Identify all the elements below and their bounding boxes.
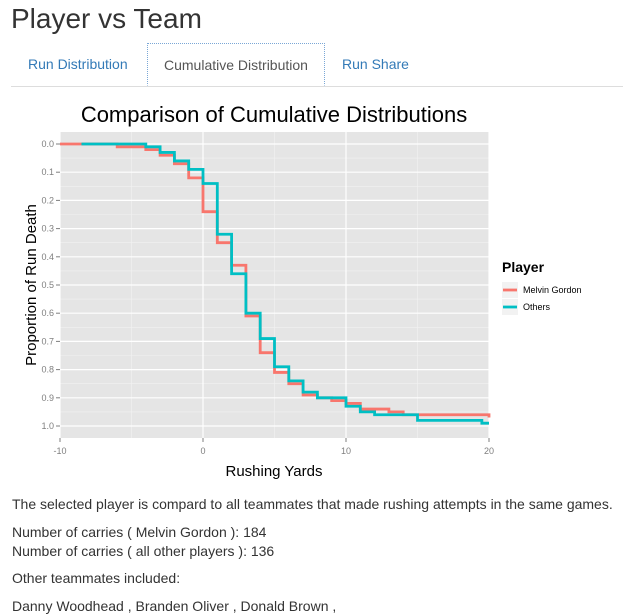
y-tick-label: 1.0	[41, 421, 54, 431]
x-tick-label: -10	[53, 446, 66, 456]
x-tick-label: 0	[200, 446, 205, 456]
tab-cumulative-distribution[interactable]: Cumulative Distribution	[147, 43, 325, 86]
y-axis-ticks: 0.0 0.1 0.2 0.3 0.4 0.5 0.6 0.7 0.8 0.9 1.0	[41, 139, 60, 431]
carries-others-text: Number of carries ( all other players ):…	[12, 543, 275, 559]
x-tick-label: 10	[341, 446, 351, 456]
legend-label: Others	[523, 302, 551, 312]
y-tick-label: 0.5	[41, 280, 54, 290]
y-tick-label: 0.0	[41, 139, 54, 149]
x-tick-label: 20	[484, 446, 494, 456]
legend-label: Melvin Gordon	[523, 285, 582, 295]
tab-bar: Run Distribution Cumulative Distribution…	[11, 43, 623, 87]
y-tick-label: 0.4	[41, 252, 54, 262]
carries-player-text: Number of carries ( Melvin Gordon ): 184	[12, 524, 267, 540]
legend: Player Melvin Gordon Others	[502, 259, 582, 315]
y-tick-label: 0.6	[41, 308, 54, 318]
x-axis-title: Rushing Yards	[225, 463, 322, 480]
page-title: Player vs Team	[11, 3, 202, 34]
y-axis-title: Proportion of Run Death	[23, 204, 40, 366]
cumulative-distribution-chart: Comparison of Cumulative Distributions 0…	[23, 102, 582, 480]
y-tick-label: 0.7	[41, 336, 54, 346]
teammates-list: Danny Woodhead , Branden Oliver , Donald…	[12, 598, 337, 614]
teammates-label: Other teammates included:	[12, 570, 181, 586]
y-tick-label: 0.3	[41, 224, 54, 234]
y-tick-label: 0.9	[41, 393, 54, 403]
y-tick-label: 0.1	[41, 167, 54, 177]
tab-run-distribution[interactable]: Run Distribution	[12, 43, 144, 85]
x-axis-ticks: -10 0 10 20	[53, 438, 494, 456]
tab-run-share[interactable]: Run Share	[326, 43, 425, 85]
y-tick-label: 0.2	[41, 195, 54, 205]
description-text: The selected player is compard to all te…	[12, 496, 613, 512]
legend-title: Player	[502, 259, 545, 275]
chart-title: Comparison of Cumulative Distributions	[81, 102, 467, 127]
y-tick-label: 0.8	[41, 365, 54, 375]
